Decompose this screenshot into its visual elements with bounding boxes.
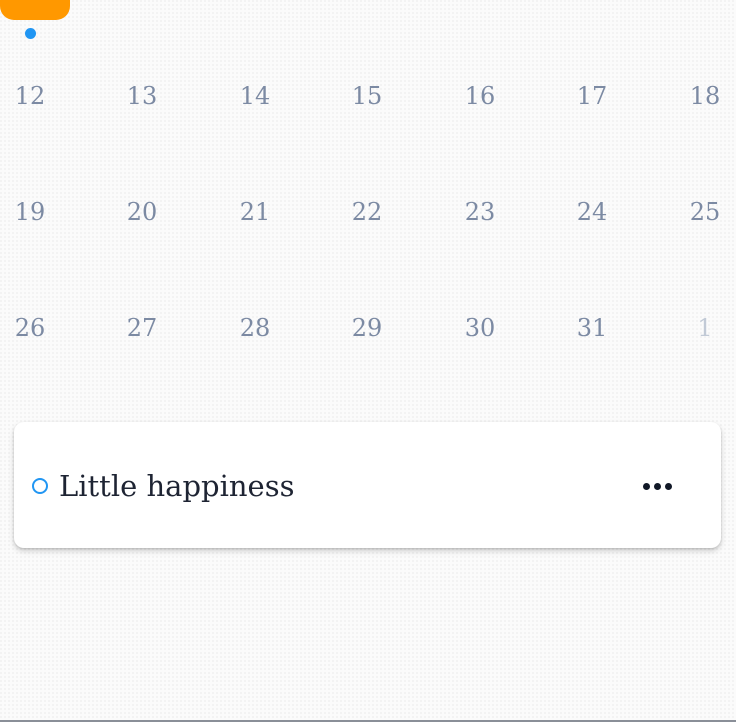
event-indicator-dot	[25, 28, 36, 39]
event-card[interactable]: Little happiness	[14, 422, 721, 548]
calendar-day[interactable]: 30	[450, 312, 510, 344]
calendar-day[interactable]: 31	[562, 312, 622, 344]
calendar-week: 26 27 28 29 30 31 1	[0, 290, 736, 406]
calendar-day[interactable]: 23	[450, 196, 510, 228]
calendar-day[interactable]: 12	[0, 80, 60, 112]
selected-day-highlight[interactable]	[0, 0, 70, 20]
calendar-day[interactable]: 19	[0, 196, 60, 228]
more-horizontal-icon	[642, 482, 650, 490]
event-title: Little happiness	[59, 469, 295, 503]
calendar-day[interactable]: 28	[225, 312, 285, 344]
calendar-day[interactable]: 24	[562, 196, 622, 228]
more-horizontal-icon	[664, 482, 672, 490]
more-horizontal-icon	[653, 482, 661, 490]
calendar-day[interactable]: 18	[675, 80, 735, 112]
calendar-day[interactable]: 17	[562, 80, 622, 112]
calendar-day-next-month[interactable]: 1	[675, 312, 735, 344]
calendar-grid: 12 13 14 15 16 17 18 19 20 21 22 23 24 2…	[0, 58, 736, 406]
calendar-day[interactable]: 15	[337, 80, 397, 112]
calendar-day[interactable]: 25	[675, 196, 735, 228]
calendar-week: 12 13 14 15 16 17 18	[0, 58, 736, 174]
calendar-day[interactable]: 22	[337, 196, 397, 228]
calendar-day[interactable]: 16	[450, 80, 510, 112]
calendar-week: 19 20 21 22 23 24 25	[0, 174, 736, 290]
calendar-day[interactable]: 20	[112, 196, 172, 228]
calendar-day[interactable]: 14	[225, 80, 285, 112]
calendar-day[interactable]: 27	[112, 312, 172, 344]
circle-outline-icon[interactable]	[32, 478, 48, 494]
calendar-day[interactable]: 21	[225, 196, 285, 228]
calendar-day[interactable]: 29	[337, 312, 397, 344]
more-options-button[interactable]	[632, 466, 682, 506]
calendar-day[interactable]: 26	[0, 312, 60, 344]
calendar-day[interactable]: 13	[112, 80, 172, 112]
